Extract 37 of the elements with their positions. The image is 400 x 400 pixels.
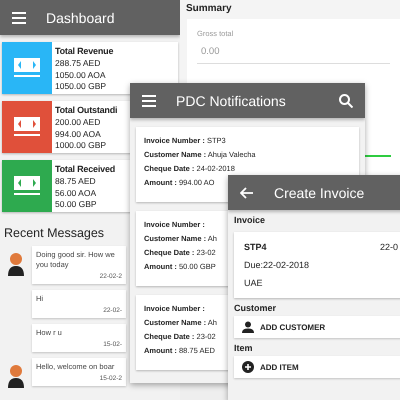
section-title: Customer: [233, 302, 278, 315]
invoice-card[interactable]: STP4 22-0 Due:22-02-2018 UAE: [234, 232, 400, 298]
amount-text: 994.00 AOA: [55, 128, 101, 140]
amount-text: 1000.00 GBP: [55, 140, 106, 152]
region-text: UAE: [244, 278, 263, 288]
progress-line: [365, 155, 391, 157]
app-title: PDC Notifications: [176, 92, 287, 108]
menu-icon[interactable]: [12, 10, 26, 24]
add-customer-button[interactable]: ADD CUSTOMER: [234, 316, 400, 338]
app-title: Dashboard: [46, 10, 114, 26]
add-item-button[interactable]: ADD ITEM: [234, 356, 400, 378]
amount-text: 1050.00 GBP: [55, 81, 106, 92]
section-title: Recent Messages: [4, 226, 104, 240]
amount-text: 200.00 AED: [55, 117, 100, 128]
summary-card[interactable]: Total Revenue 288.75 AED 1050.00 AOA 1050.00 GBP: [2, 42, 178, 94]
amount-text: 50.00 GBP: [55, 199, 97, 210]
amount-text: 56.00 AOA: [55, 188, 96, 199]
menu-icon[interactable]: [142, 94, 156, 108]
section-title: Summary: [185, 2, 233, 16]
amount-text: 1050.00 AOA: [55, 70, 106, 81]
card-title: Total Outstandi: [55, 104, 118, 117]
card-title: Total Revenue: [55, 45, 114, 58]
amount-text: 288.75 AED: [55, 58, 100, 70]
plus-circle-icon: [242, 361, 254, 373]
banknote-icon: [13, 57, 41, 79]
section-title: Item: [233, 342, 254, 355]
invoice-number: STP4: [244, 242, 267, 252]
banknote-icon: [13, 175, 41, 197]
banknote-icon: [13, 116, 41, 138]
card-title: Total Received: [55, 163, 116, 176]
invoice-date: 22-0: [380, 242, 398, 252]
search-icon[interactable]: [339, 94, 353, 108]
person-icon: [242, 321, 254, 333]
back-arrow-icon[interactable]: [240, 186, 254, 198]
amount-text: 88.75 AED: [55, 176, 96, 188]
due-date: Due:22-02-2018: [244, 260, 310, 270]
section-title: Invoice: [233, 214, 266, 227]
